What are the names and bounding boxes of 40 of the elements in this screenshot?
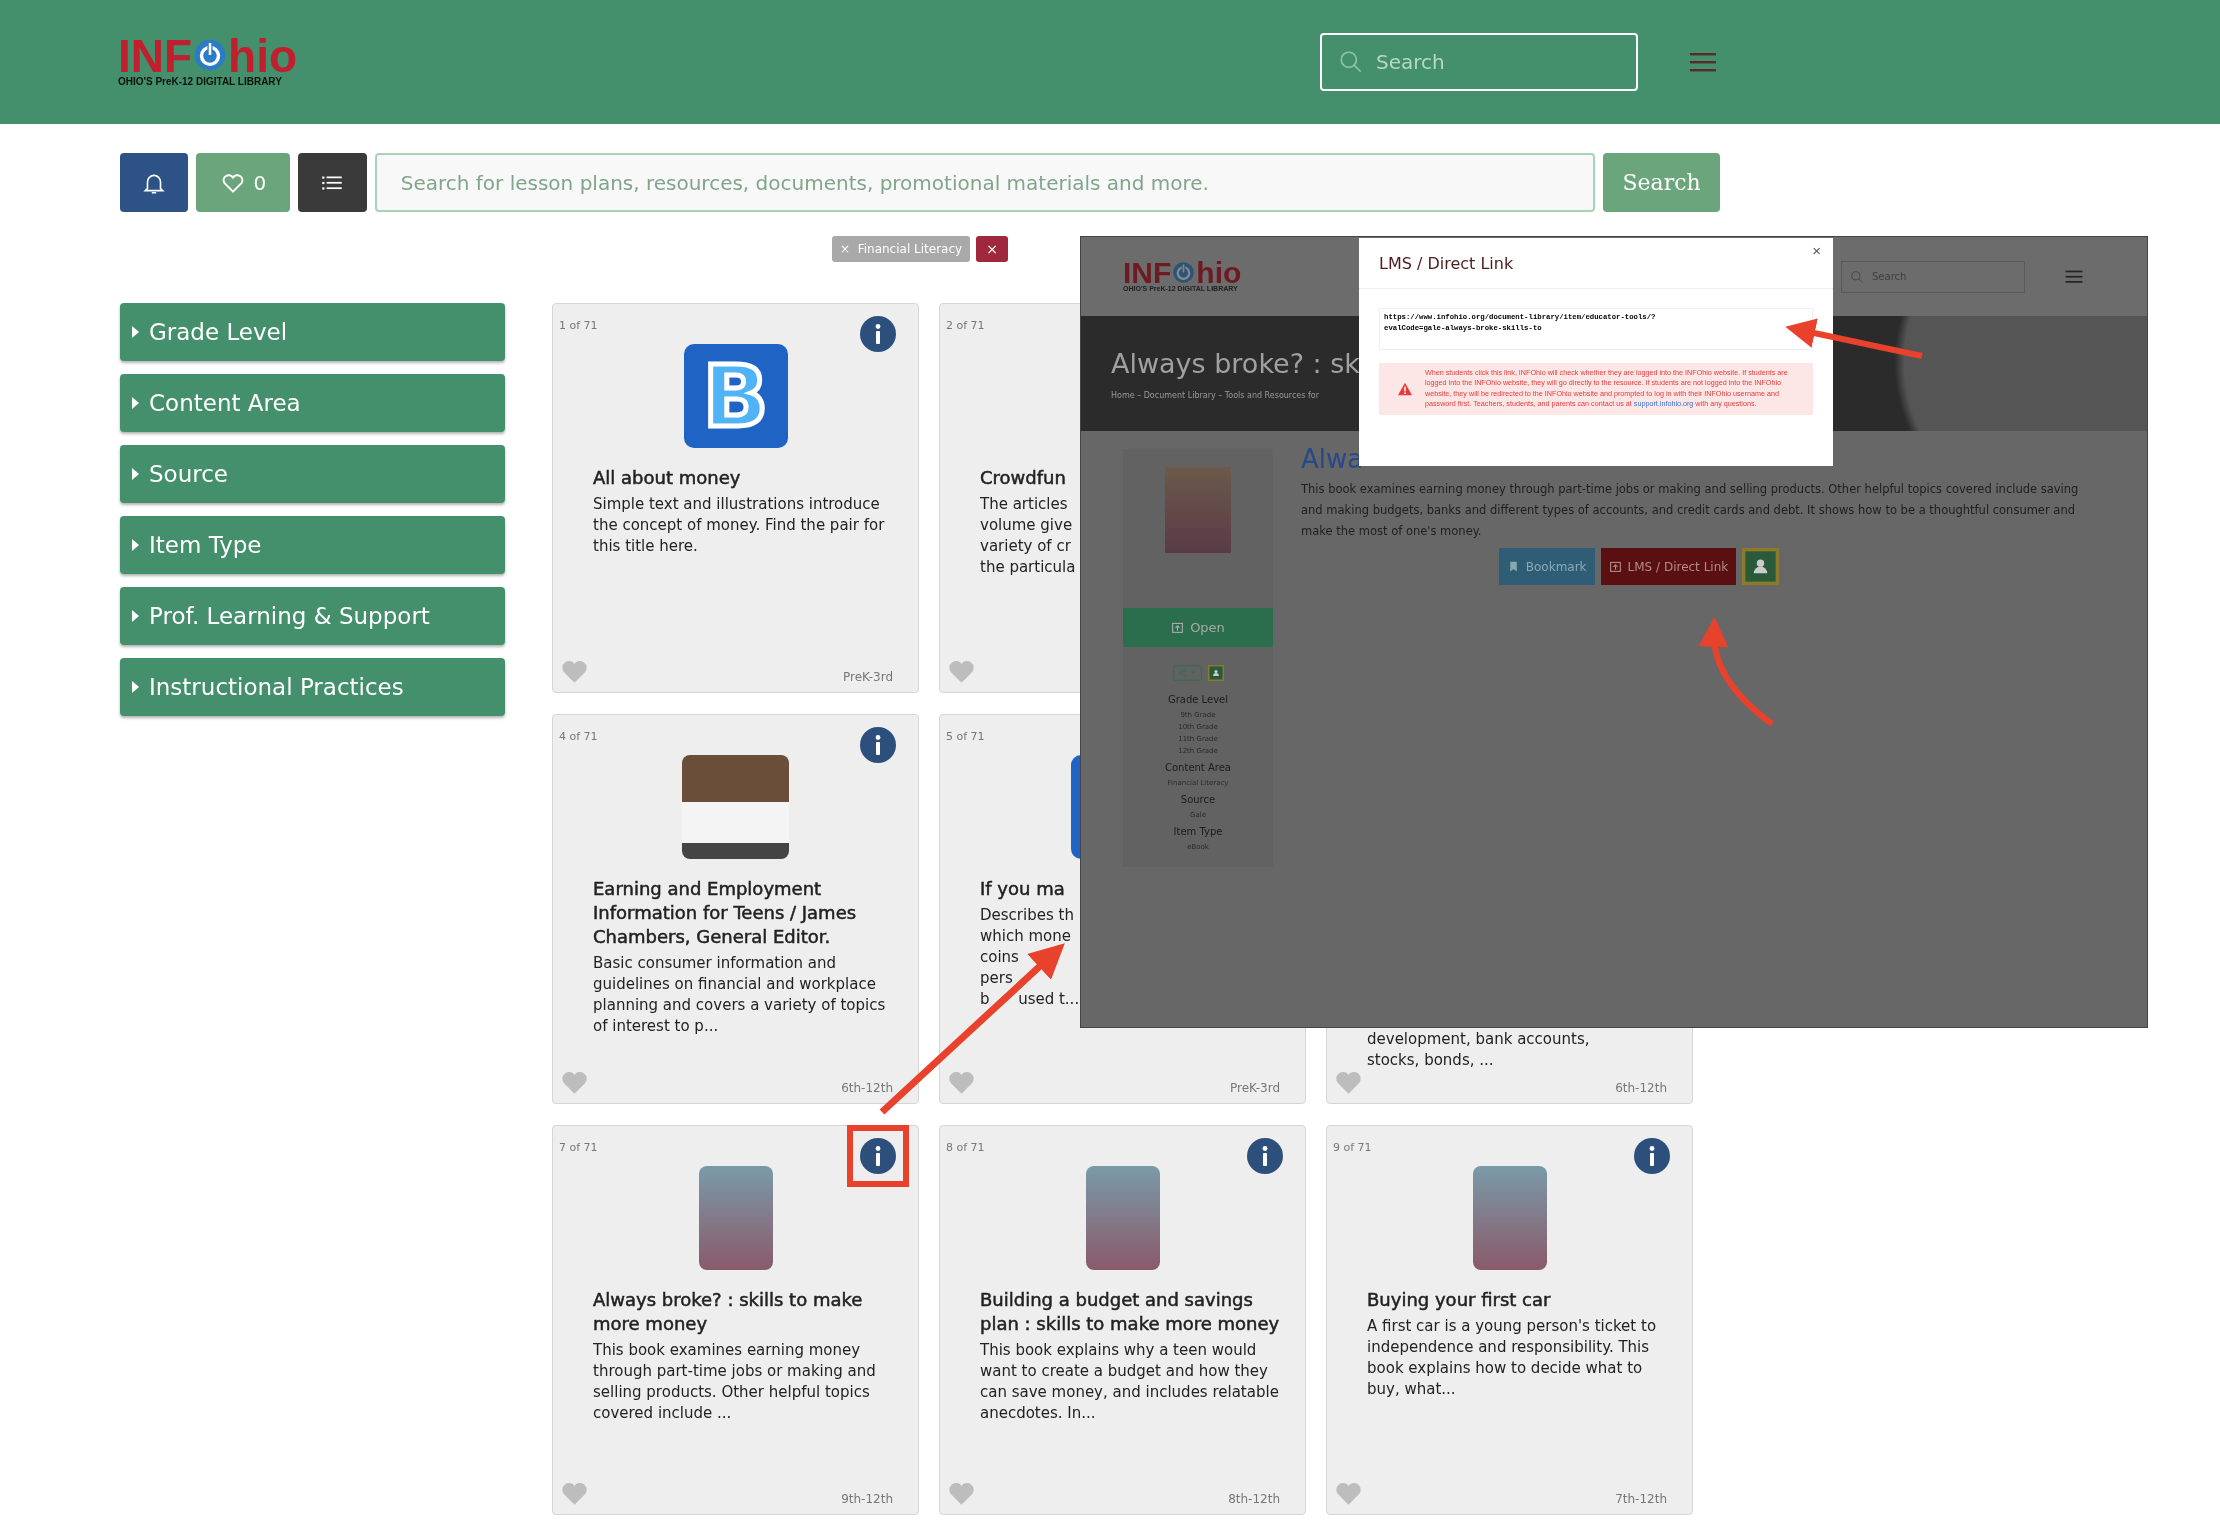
detail-heading: Content Area — [1165, 762, 1231, 773]
detail-heading: Source — [1180, 794, 1216, 805]
grade-range: 7th-12th — [1615, 1492, 1667, 1506]
app-icon: B — [683, 344, 788, 448]
result-title: Building a budget and savings plan : skills to make more money — [980, 1288, 1281, 1336]
logo-tagline: OHIO'S PreK-12 DIGITAL LIBRARY — [118, 76, 282, 87]
item-description: This book examines earning money through part-time jobs or making and selling products. Other helpful topics covered include saving and making budgets, banks and different types of accounts, and credit cards and debt. It shows how to be a thoughtful consumer and make the most of one's money. — [1301, 481, 2080, 540]
page-title: Always broke? : sk — [1111, 348, 1360, 379]
dialog-title: LMS / Direct Link — [1379, 253, 1514, 273]
result-description: The articles volume give variety of cr the particula — [980, 494, 1077, 578]
detail-heading: Grade Level — [1167, 694, 1229, 705]
result-title: Always broke? : skills to make more money — [593, 1288, 864, 1336]
grade-range: 6th-12th — [841, 1081, 893, 1095]
result-title: Earning and Employment Information for Teens / James Chambers, General Editor. — [593, 877, 858, 949]
result-title: Buying your first car — [1367, 1288, 1552, 1312]
result-counter: 8 of 71 — [946, 1141, 985, 1154]
grade-range: PreK-3rd — [1230, 1081, 1280, 1095]
grade-range: 6th-12th — [1615, 1081, 1667, 1095]
result-counter: 4 of 71 — [559, 730, 598, 743]
result-counter: 5 of 71 — [946, 730, 985, 743]
result-title: Crowdfun — [980, 466, 1067, 490]
result-title: All about money — [593, 466, 742, 490]
result-title: If you ma — [980, 877, 1066, 901]
result-counter: 1 of 71 — [559, 319, 598, 332]
result-description: This book explains why a teen would want to create a budget and how they can save money, and includes relatable anecdotes. In... — [980, 1340, 1280, 1424]
grade-range: PreK-3rd — [843, 670, 893, 684]
result-description: development, bank accounts, stocks, bonds, ... — [1367, 1029, 1591, 1071]
grade-range: 9th-12th — [841, 1492, 893, 1506]
result-description: Basic consumer information and guidelines on financial and workplace planning and covers a variety of topics of interest to p... — [593, 953, 887, 1037]
result-counter: 2 of 71 — [946, 319, 985, 332]
grade-range: 8th-12th — [1228, 1492, 1280, 1506]
search-placeholder: Search — [1376, 50, 1445, 74]
result-description: Simple text and illustrations introduce the concept of money. Find the pair for this title here. — [593, 494, 886, 557]
result-counter: 9 of 71 — [1333, 1141, 1372, 1154]
result-description: Describes th which mone coins pers b used t... — [980, 905, 1081, 1010]
breadcrumb: Home – Document Library – Tools and Resources for — [1111, 391, 1319, 400]
result-description: This book examines earning money through part-time jobs or making and selling products. Other helpful topics covered include ... — [593, 1340, 877, 1424]
result-counter: 7 of 71 — [559, 1141, 598, 1154]
result-description: A first car is a young person's ticket to independence and responsibility. This book explains how to decide what to buy, what... — [1367, 1316, 1658, 1400]
detail-heading: Item Type — [1173, 826, 1223, 837]
